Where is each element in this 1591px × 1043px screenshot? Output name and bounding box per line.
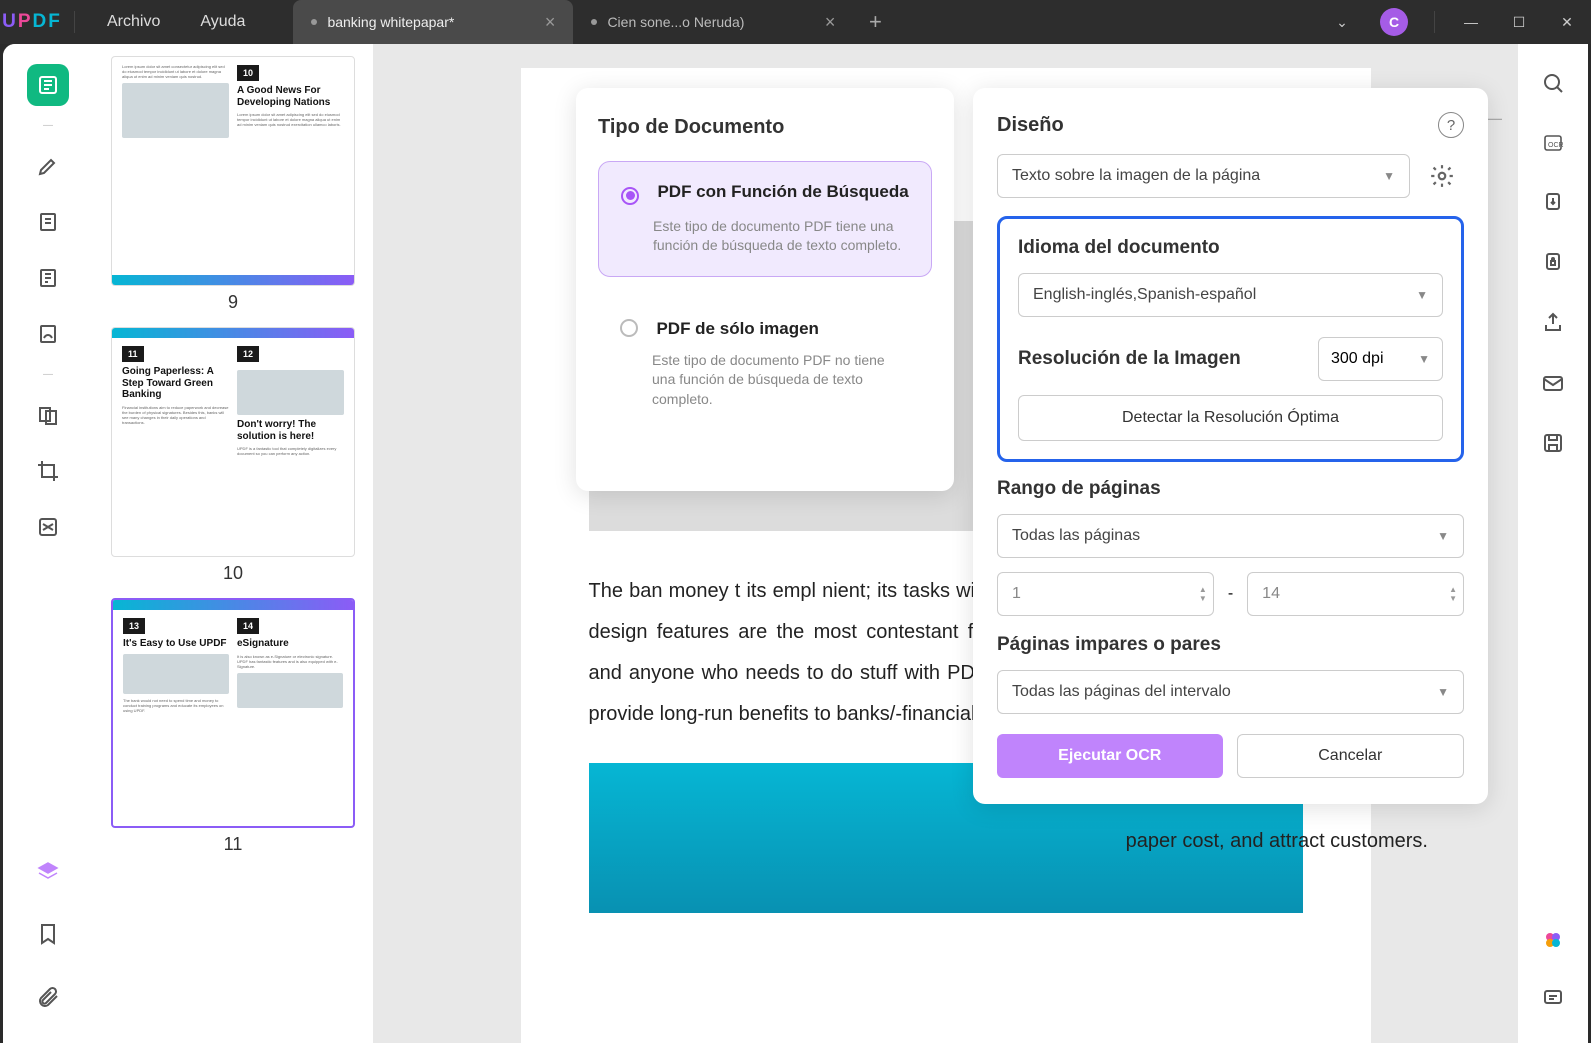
right-toolbar: OCR xyxy=(1518,44,1588,1043)
page-range-select[interactable]: Todas las páginas ▼ xyxy=(997,514,1464,558)
input-value: 14 xyxy=(1262,585,1280,603)
run-ocr-button[interactable]: Ejecutar OCR xyxy=(997,734,1223,778)
help-icon[interactable]: ? xyxy=(1438,112,1464,138)
tab-banking-whitepaper[interactable]: banking whitepapar* × xyxy=(293,0,573,44)
convert-icon[interactable] xyxy=(1538,188,1568,218)
option-label: PDF con Función de Búsqueda xyxy=(657,182,908,201)
option-image-only-pdf[interactable]: PDF de sólo imagen Este tipo de document… xyxy=(598,299,932,430)
form-tool-button[interactable] xyxy=(27,257,69,299)
panel-title: Tipo de Documento xyxy=(598,116,932,139)
chevron-down-icon: ▼ xyxy=(1437,529,1449,543)
close-icon[interactable]: × xyxy=(545,12,556,33)
user-avatar[interactable]: C xyxy=(1380,8,1408,36)
highlight-tool-button[interactable] xyxy=(27,145,69,187)
tab-label: banking whitepapar* xyxy=(327,14,454,30)
range-to-input[interactable]: 14 ▲▼ xyxy=(1247,572,1464,616)
spinner-icon[interactable]: ▲▼ xyxy=(1449,585,1457,603)
range-title: Rango de páginas xyxy=(997,478,1464,500)
option-description: Este tipo de documento PDF tiene una fun… xyxy=(621,217,909,256)
close-icon[interactable]: × xyxy=(825,12,836,33)
protect-icon[interactable] xyxy=(1538,248,1568,278)
select-value: Todas las páginas del intervalo xyxy=(1012,683,1231,701)
app-logo: UPDF xyxy=(0,11,62,33)
parity-title: Páginas impares o pares xyxy=(997,634,1464,656)
tab-label: Cien sone...o Neruda) xyxy=(607,14,744,30)
page-thumbnail[interactable]: 11Going Paperless: A Step Toward Green B… xyxy=(111,327,355,584)
language-title: Idioma del documento xyxy=(1018,237,1443,259)
organize-pages-button[interactable] xyxy=(27,394,69,436)
bookmark-button[interactable] xyxy=(27,913,69,955)
ai-assistant-icon[interactable] xyxy=(1538,925,1568,955)
ocr-settings-panel: Diseño ? Texto sobre la imagen de la pág… xyxy=(973,88,1488,804)
tab-strip: banking whitepapar* × Cien sone...o Neru… xyxy=(293,0,897,44)
range-from-input[interactable]: 1 ▲▼ xyxy=(997,572,1214,616)
tab-cien-sonetos[interactable]: Cien sone...o Neruda) × xyxy=(573,0,853,44)
thumbnail-number: 9 xyxy=(111,292,355,313)
spinner-icon[interactable]: ▲▼ xyxy=(1199,585,1207,603)
gear-icon[interactable] xyxy=(1420,154,1464,198)
option-description: Este tipo de documento PDF no tiene una … xyxy=(620,351,910,410)
thumbnail-number: 11 xyxy=(111,834,355,855)
radio-selected-icon xyxy=(621,187,639,205)
option-label: PDF de sólo imagen xyxy=(656,319,818,338)
redact-tool-button[interactable] xyxy=(27,506,69,548)
page-thumbnail-selected[interactable]: 13It's Easy to Use UPDFThe bank would no… xyxy=(111,598,355,855)
search-icon[interactable] xyxy=(1538,68,1568,98)
layers-button[interactable] xyxy=(27,851,69,893)
attachment-button[interactable] xyxy=(27,975,69,1017)
minimize-button[interactable]: — xyxy=(1447,0,1495,44)
sign-tool-button[interactable] xyxy=(27,313,69,355)
select-value: 300 dpi xyxy=(1331,350,1384,368)
share-icon[interactable] xyxy=(1538,308,1568,338)
reader-mode-button[interactable] xyxy=(27,64,69,106)
option-searchable-pdf[interactable]: PDF con Función de Búsqueda Este tipo de… xyxy=(598,161,932,277)
chevron-down-icon: ▼ xyxy=(1418,352,1430,366)
menu-help[interactable]: Ayuda xyxy=(180,13,265,31)
text-tool-button[interactable] xyxy=(27,201,69,243)
comment-icon[interactable] xyxy=(1538,983,1568,1013)
select-value: Todas las páginas xyxy=(1012,527,1140,545)
chevron-down-icon[interactable]: ⌄ xyxy=(1318,0,1366,44)
detect-resolution-button[interactable]: Detectar la Resolución Óptima xyxy=(1018,395,1443,441)
save-icon[interactable] xyxy=(1538,428,1568,458)
ocr-doctype-panel: Tipo de Documento PDF con Función de Bús… xyxy=(576,88,954,491)
ocr-icon[interactable]: OCR xyxy=(1538,128,1568,158)
input-value: 1 xyxy=(1012,585,1021,603)
chevron-down-icon: ▼ xyxy=(1383,169,1395,183)
resolution-select[interactable]: 300 dpi ▼ xyxy=(1318,337,1443,381)
design-select[interactable]: Texto sobre la imagen de la página ▼ xyxy=(997,154,1410,198)
parity-select[interactable]: Todas las páginas del intervalo ▼ xyxy=(997,670,1464,714)
language-resolution-highlight: Idioma del documento English-inglés,Span… xyxy=(997,216,1464,462)
select-value: English-inglés,Spanish-español xyxy=(1033,286,1256,304)
cancel-button[interactable]: Cancelar xyxy=(1237,734,1465,778)
select-value: Texto sobre la imagen de la página xyxy=(1012,167,1260,185)
resolution-title: Resolución de la Imagen xyxy=(1018,348,1306,370)
add-tab-button[interactable]: + xyxy=(853,0,897,44)
range-separator: - xyxy=(1228,585,1233,603)
chevron-down-icon: ▼ xyxy=(1416,288,1428,302)
close-window-button[interactable]: ✕ xyxy=(1543,0,1591,44)
crop-tool-button[interactable] xyxy=(27,450,69,492)
titlebar: UPDF Archivo Ayuda banking whitepapar* ×… xyxy=(0,0,1591,44)
thumbnail-number: 10 xyxy=(111,563,355,584)
language-select[interactable]: English-inglés,Spanish-español ▼ xyxy=(1018,273,1443,317)
page-thumbnail[interactable]: Lorem ipsum dolor sit amet consectetur a… xyxy=(111,56,355,313)
email-icon[interactable] xyxy=(1538,368,1568,398)
chevron-down-icon: ▼ xyxy=(1437,685,1449,699)
design-title: Diseño xyxy=(997,114,1064,137)
radio-unselected-icon xyxy=(620,319,638,337)
svg-text:OCR: OCR xyxy=(1548,142,1564,149)
menu-file[interactable]: Archivo xyxy=(87,13,180,31)
maximize-button[interactable]: ☐ xyxy=(1495,0,1543,44)
page-body-text: paper cost, and attract customers. xyxy=(1126,830,1428,853)
thumbnail-panel: Lorem ipsum dolor sit amet consectetur a… xyxy=(93,44,373,1043)
left-toolbar: — — xyxy=(3,44,93,1043)
